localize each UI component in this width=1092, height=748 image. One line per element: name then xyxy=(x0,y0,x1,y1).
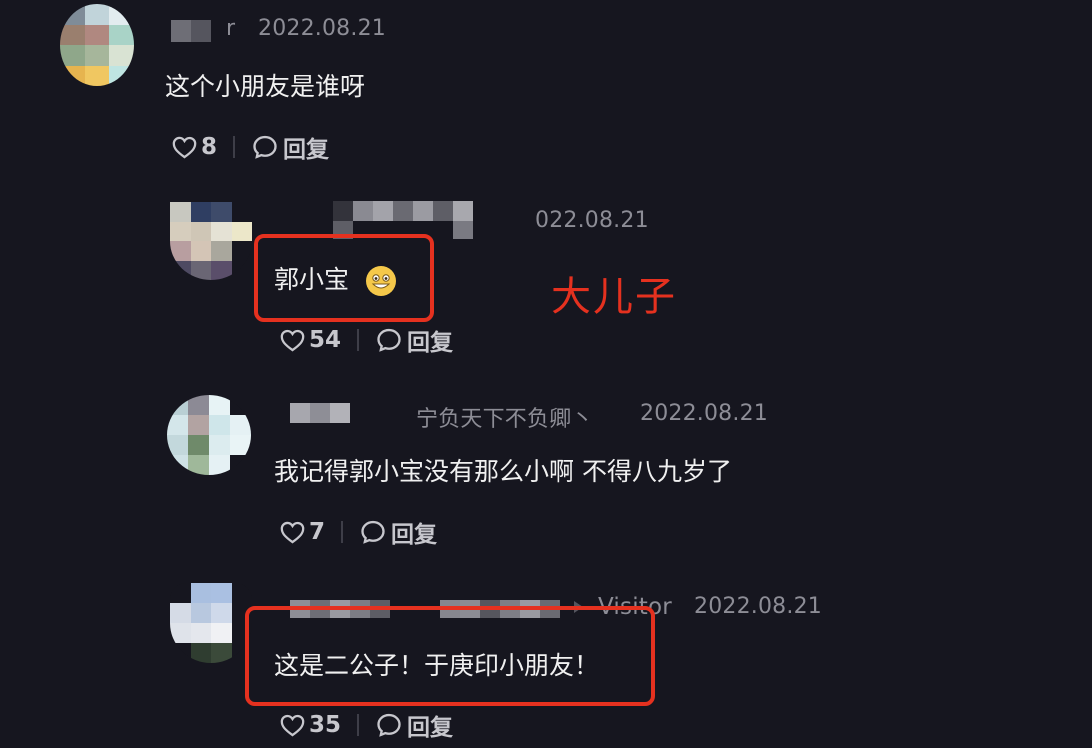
grin-emoji-icon xyxy=(365,266,396,296)
divider xyxy=(357,714,360,736)
comment-text: 这是二公子！于庚印小朋友！ xyxy=(274,651,600,680)
username-mosaic[interactable] xyxy=(171,20,211,42)
reply-label: 回复 xyxy=(407,330,454,356)
username-suffix: r xyxy=(226,16,236,41)
like-button[interactable]: 7 xyxy=(279,519,325,546)
like-count: 54 xyxy=(309,327,342,353)
reply-button[interactable]: 回复 xyxy=(375,323,453,357)
username-mosaic[interactable] xyxy=(333,201,473,221)
comment-text-content: 郭小宝 xyxy=(274,265,350,294)
speech-bubble-icon xyxy=(377,328,401,352)
reply-label: 回复 xyxy=(407,715,454,741)
avatar[interactable] xyxy=(170,202,252,280)
comment-thread: r 2022.08.21 这个小朋友是谁呀 8 回复 022.08.21 郭小宝… xyxy=(0,0,1092,748)
reply-button[interactable]: 回复 xyxy=(375,708,453,742)
reply-button[interactable]: 回复 xyxy=(251,130,329,164)
avatar[interactable] xyxy=(60,4,134,86)
comment-actions: 35 回复 xyxy=(279,708,453,742)
comment-text: 郭小宝 xyxy=(274,260,397,297)
reply-button[interactable]: 回复 xyxy=(359,515,437,549)
like-button[interactable]: 54 xyxy=(279,327,341,354)
reply-label: 回复 xyxy=(391,522,438,548)
comment-text: 我记得郭小宝没有那么小啊 不得八九岁了 xyxy=(274,457,732,486)
heart-icon xyxy=(280,714,305,736)
comment-date: 2022.08.21 xyxy=(694,594,822,619)
avatar[interactable] xyxy=(170,583,252,663)
annotation-label: 大儿子 xyxy=(551,274,677,320)
comment-date: 2022.08.21 xyxy=(640,401,768,426)
comment-actions: 7 回复 xyxy=(279,515,437,549)
like-count: 35 xyxy=(309,712,342,738)
like-button[interactable]: 8 xyxy=(171,134,217,161)
divider xyxy=(233,136,236,158)
speech-bubble-icon xyxy=(253,135,277,159)
like-count: 8 xyxy=(201,134,218,160)
like-count: 7 xyxy=(309,519,326,545)
heart-icon xyxy=(172,136,197,158)
comment-text: 这个小朋友是谁呀 xyxy=(165,72,366,101)
like-button[interactable]: 35 xyxy=(279,712,341,739)
username-mosaic[interactable] xyxy=(290,403,350,423)
comment-actions: 8 回复 xyxy=(171,130,329,164)
heart-icon xyxy=(280,521,305,543)
heart-icon xyxy=(280,329,305,351)
avatar[interactable] xyxy=(167,395,251,475)
comment-date: 2022.08.21 xyxy=(258,16,386,41)
divider xyxy=(341,521,344,543)
comment-date: 022.08.21 xyxy=(535,208,649,233)
speech-bubble-icon xyxy=(361,520,385,544)
comment-actions: 54 回复 xyxy=(279,323,453,357)
speech-bubble-icon xyxy=(377,713,401,737)
divider xyxy=(357,329,360,351)
reply-label: 回复 xyxy=(283,137,330,163)
reply-to-user[interactable]: 宁负天下不负卿丶 xyxy=(416,401,594,433)
